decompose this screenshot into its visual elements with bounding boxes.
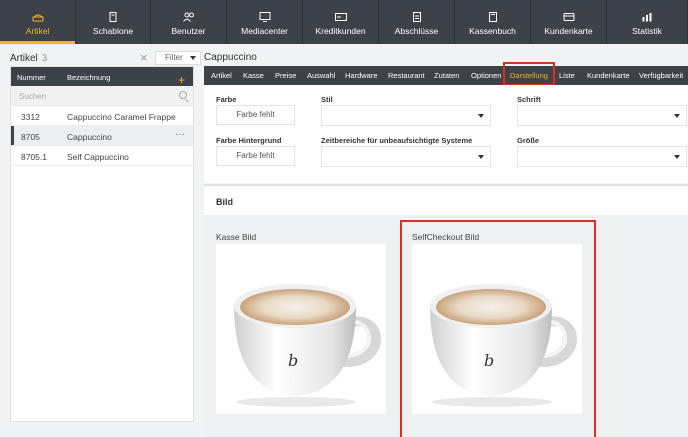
size-select[interactable] — [517, 146, 687, 167]
tab-zutaten[interactable]: Zutaten — [434, 66, 459, 85]
table-row[interactable]: 8705.1 Self Cappuccino — [11, 146, 193, 166]
font-label: Schrift — [517, 95, 541, 104]
card-icon — [334, 13, 347, 21]
search-placeholder: Suchen — [19, 92, 47, 101]
nav-item-label: Kassenbuch — [469, 26, 516, 36]
tab-liste[interactable]: Liste — [559, 66, 575, 85]
nav-item-label: Artikel — [25, 26, 50, 36]
pos-image[interactable]: b — [216, 244, 386, 414]
nav-item-artikel[interactable]: Artikel — [0, 0, 76, 44]
nav-item-schablone[interactable]: Schablone — [76, 0, 151, 44]
nav-item-label: Schablone — [92, 26, 134, 36]
tab-hardware[interactable]: Hardware — [345, 66, 378, 85]
tab-kundenkarte[interactable]: Kundenkarte — [587, 66, 630, 85]
chevron-down-icon — [674, 114, 680, 118]
detail-tabs: Artikel Kasse Preise Auswahl Hardware Restaur… — [204, 66, 688, 85]
cappuccino-cup-image: b — [234, 284, 381, 407]
nav-item-kundenkarte[interactable]: Kundenkarte — [531, 0, 607, 44]
table-row[interactable]: 8705 Cappuccino ··· — [11, 126, 193, 146]
nav-item-statistik[interactable]: Statistik — [607, 0, 688, 44]
search-input[interactable]: Suchen — [11, 86, 193, 106]
display-settings-form: Farbe Farbe fehlt Stil Schrift Farbe Hin… — [204, 85, 688, 183]
color-field[interactable]: Farbe fehlt — [216, 105, 295, 125]
nav-item-kassenbuch[interactable]: Kassenbuch — [455, 0, 531, 44]
tab-optionen[interactable]: Optionen — [471, 66, 501, 85]
font-select[interactable] — [517, 105, 687, 126]
chevron-down-icon — [478, 114, 484, 118]
row-number: 8705.1 — [21, 152, 47, 162]
filter-label: Filter — [165, 53, 183, 62]
cup-logo: b — [288, 351, 298, 370]
chart-icon — [642, 13, 652, 22]
filter-dropdown[interactable]: Filter — [155, 51, 201, 65]
nav-item-label: Abschlüsse — [394, 26, 439, 36]
nav-item-kreditkunden[interactable]: Kreditkunden — [303, 0, 379, 44]
add-article-icon[interactable]: + — [178, 73, 185, 87]
nav-item-label: Benutzer — [171, 26, 206, 36]
bg-color-label: Farbe Hintergrund — [216, 136, 282, 145]
pos-image-label: Kasse Bild — [216, 232, 257, 242]
image-section-title: Bild — [216, 197, 233, 207]
row-number: 8705 — [21, 132, 40, 142]
nav-item-benutzer[interactable]: Benutzer — [151, 0, 227, 44]
row-number: 3312 — [21, 112, 40, 122]
article-list-header: Artikel 3 × Filter — [10, 51, 201, 67]
article-count: 3 — [41, 53, 48, 64]
table-row[interactable]: 3312 Cappuccino Caramel Frappe — [11, 106, 193, 126]
row-description: Self Cappuccino — [67, 152, 129, 162]
tab-auswahl[interactable]: Auswahl — [307, 66, 335, 85]
color-label: Farbe — [216, 95, 237, 104]
cake-icon — [32, 14, 43, 22]
nav-item-label: Kreditkunden — [315, 26, 366, 36]
nav-item-mediacenter[interactable]: Mediacenter — [227, 0, 303, 44]
nav-item-label: Mediacenter — [241, 26, 288, 36]
monitor-icon — [259, 12, 270, 22]
column-description[interactable]: Bezeichnung — [67, 73, 110, 82]
tab-kasse[interactable]: Kasse — [243, 66, 264, 85]
chevron-down-icon — [478, 155, 484, 159]
tab-restaurant[interactable]: Restaurant — [388, 66, 425, 85]
clear-filter-icon[interactable]: × — [140, 51, 148, 65]
template-icon — [109, 12, 117, 22]
article-list-columns: Nummer Bezeichnung + — [11, 67, 193, 87]
style-select[interactable] — [321, 105, 491, 126]
wallet-icon — [563, 13, 574, 21]
clipboard-icon — [412, 12, 421, 22]
row-description: Cappuccino — [67, 132, 112, 142]
more-options-icon[interactable]: ··· — [175, 129, 185, 140]
tab-preise[interactable]: Preise — [275, 66, 296, 85]
article-list-title-text: Artikel — [10, 53, 38, 64]
nav-item-label: Statistik — [632, 26, 662, 36]
unattended-time-select[interactable] — [321, 146, 491, 167]
row-description: Cappuccino Caramel Frappe — [67, 112, 176, 122]
article-list-panel: Artikel 3 × Filter Nummer Bezeichnung + S… — [0, 44, 201, 437]
nav-item-abschlüsse[interactable]: Abschlüsse — [379, 0, 455, 44]
article-detail-panel: Cappuccino Artikel Kasse Preise Auswahl Hard… — [204, 44, 688, 437]
unattended-time-label: Zeitbereiche für unbeaufsichtigte System… — [321, 136, 473, 145]
users-icon — [182, 12, 194, 22]
nav-item-label: Kundenkarte — [544, 26, 593, 36]
column-number[interactable]: Nummer — [17, 73, 46, 82]
search-icon[interactable] — [179, 91, 187, 99]
chevron-down-icon — [190, 56, 196, 60]
article-title: Cappuccino — [204, 52, 257, 63]
top-nav: Artikel Schablone Benutzer Mediacenter Kredi… — [0, 0, 688, 44]
style-label: Stil — [321, 95, 333, 104]
chevron-down-icon — [674, 155, 680, 159]
bg-color-field[interactable]: Farbe fehlt — [216, 146, 295, 166]
article-list: Nummer Bezeichnung + Suchen 3312 Cappucci… — [10, 66, 194, 422]
size-label: Größe — [517, 136, 540, 145]
article-list-title: Artikel 3 — [10, 53, 47, 64]
article-rows: 3312 Cappuccino Caramel Frappe 8705 Cappucc… — [11, 106, 193, 166]
selfcheckout-image-highlight — [400, 220, 596, 437]
darstellung-tab-highlight — [503, 62, 555, 86]
book-icon — [488, 12, 497, 22]
tab-verfügbarkeit[interactable]: Verfügbarkeit — [639, 66, 683, 85]
tab-artikel[interactable]: Artikel — [211, 66, 232, 85]
